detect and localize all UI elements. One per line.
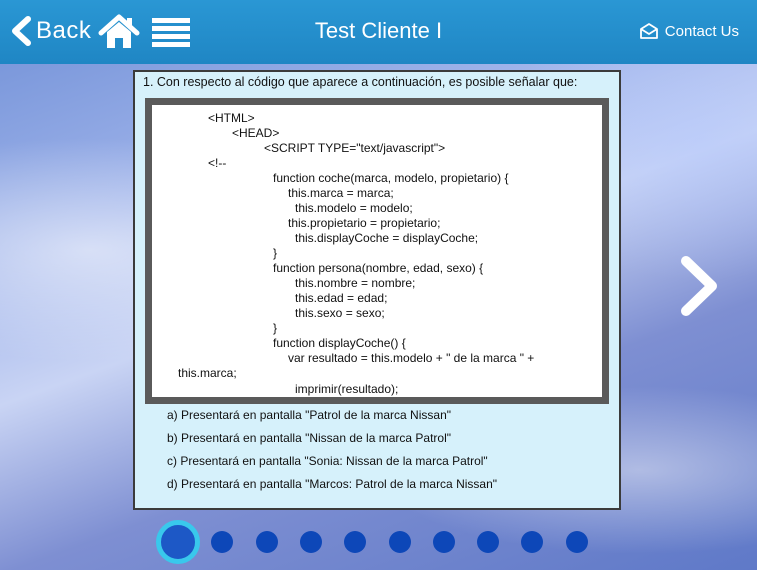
code-line: function displayCoche() { [273,336,406,350]
code-line: this.nombre = nombre; [295,276,416,290]
code-line: function persona(nombre, edad, sexo) { [273,261,484,275]
code-line: this.marca = marca; [288,186,394,200]
question-panel: 1. Con respecto al código que aparece a … [133,70,621,510]
code-line: function coche(marca, modelo, propietari… [273,171,509,185]
chevron-right-icon [681,256,717,316]
contact-us-label: Contact Us [664,22,739,40]
question-text: 1. Con respecto al código que aparece a … [143,75,578,89]
page-dot[interactable] [388,531,411,553]
app-screen: Back Test Cliente I Contact Us 1. Con re… [0,0,757,570]
page-dot[interactable] [299,531,322,553]
answer-option-b[interactable]: b) Presentará en pantalla "Nissan de la … [167,431,451,445]
page-dot[interactable] [211,531,234,553]
code-line: this.modelo = modelo; [295,201,413,215]
code-line: } [273,321,278,335]
answer-option-a[interactable]: a) Presentará en pantalla "Patrol de la … [167,408,451,422]
code-line: this.edad = edad; [295,291,388,305]
next-button[interactable] [676,255,722,322]
code-line: imprimir(resultado); [295,382,399,396]
code-line: } [273,246,278,260]
page-dot[interactable] [432,531,455,553]
code-line: this.marca; [178,366,237,380]
page-dot[interactable] [565,531,588,553]
code-line: <HTML> [208,111,255,125]
code-line: <HEAD> [232,126,280,140]
code-block: <HTML> <HEAD> <SCRIPT TYPE="text/javascr… [145,98,609,404]
code-line: <SCRIPT TYPE="text/javascript"> [264,141,446,155]
answer-option-d[interactable]: d) Presentará en pantalla "Marcos: Patro… [167,477,497,491]
top-bar: Back Test Cliente I Contact Us [0,0,757,64]
contact-us-button[interactable]: Contact Us [639,22,739,40]
page-dot-active[interactable] [156,520,200,564]
page-dot[interactable] [255,531,278,553]
code-line: this.displayCoche = displayCoche; [295,231,479,245]
code-line: var resultado = this.modelo + " de la ma… [288,351,535,365]
code-line: this.sexo = sexo; [295,306,385,320]
code-line: <!-- [208,156,227,170]
code-line: this.propietario = propietario; [288,216,441,230]
page-dot[interactable] [477,531,500,553]
answer-option-c[interactable]: c) Presentará en pantalla "Sonia: Nissan… [167,454,488,468]
page-dot[interactable] [521,531,544,553]
envelope-icon [639,23,658,39]
page-dot[interactable] [344,531,367,553]
